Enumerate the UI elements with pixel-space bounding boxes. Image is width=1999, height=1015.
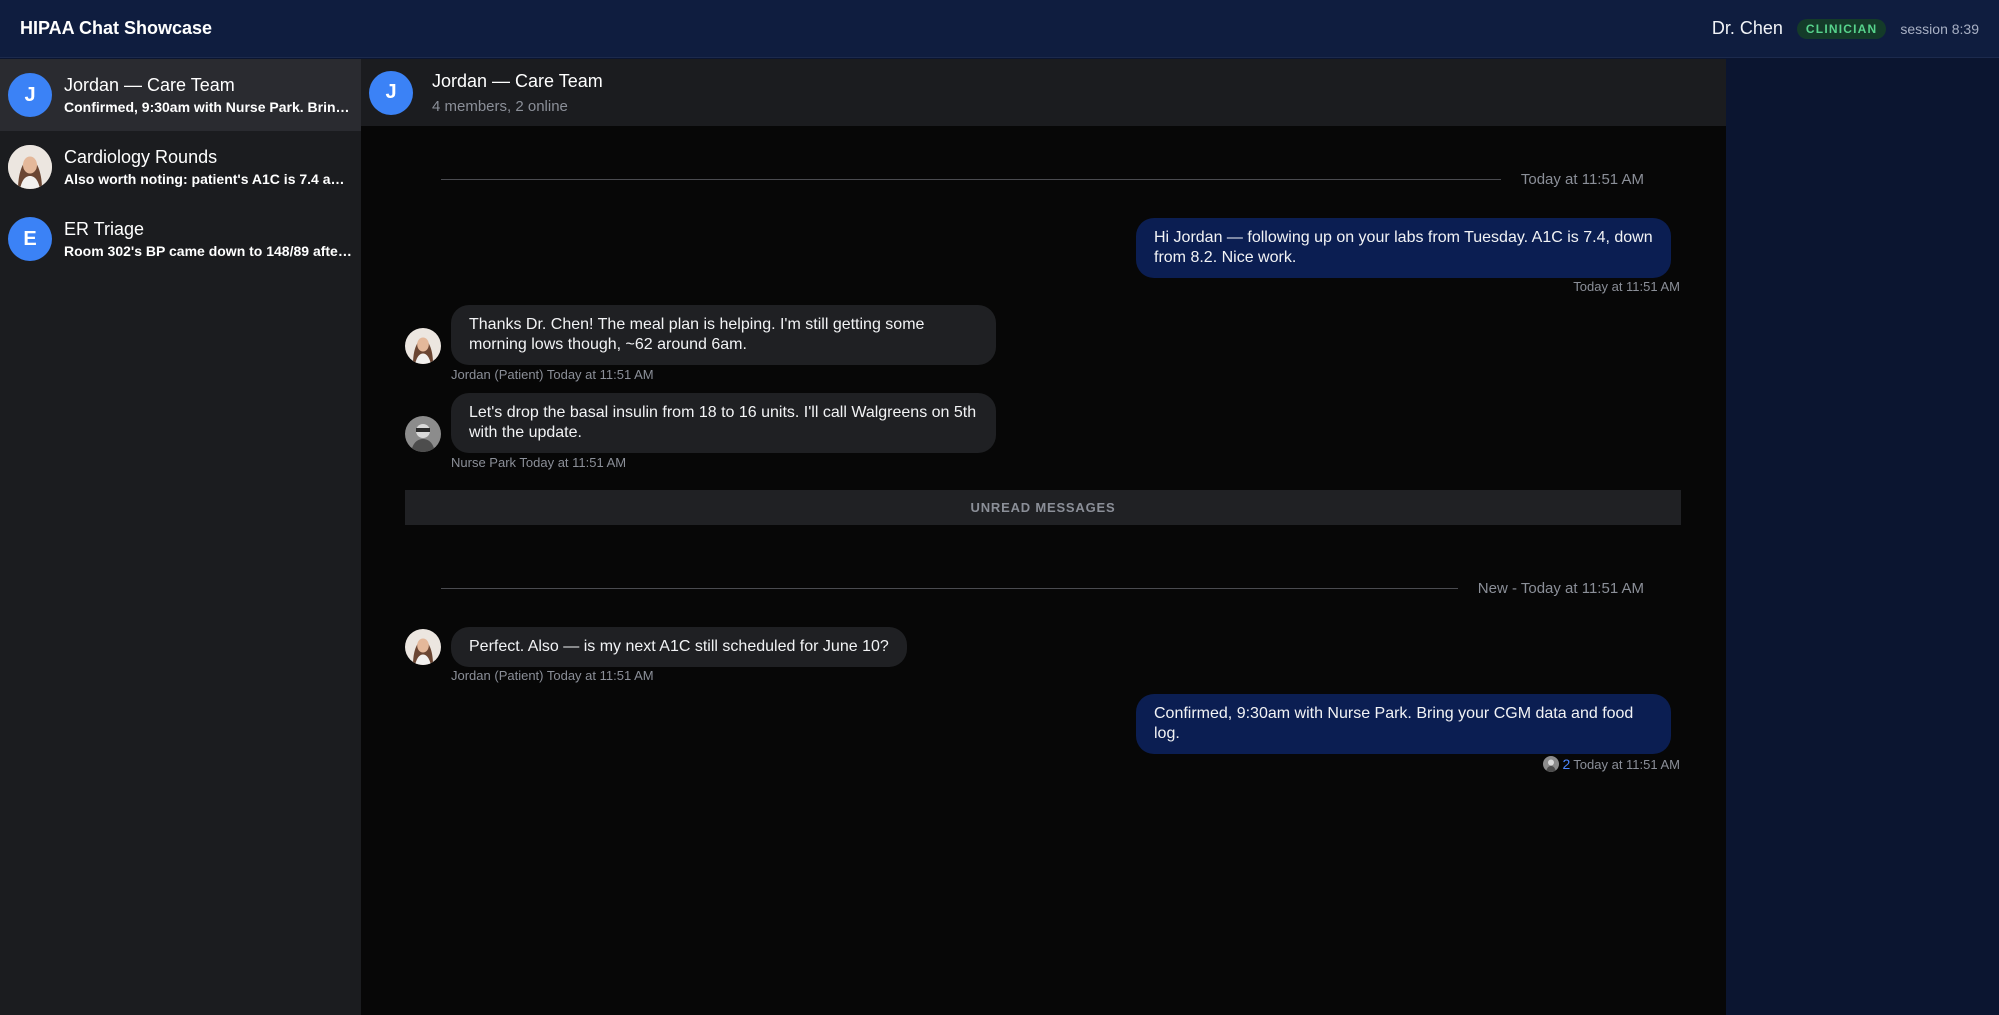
- conversation-preview: Room 302's BP came down to 148/89 after …: [64, 243, 353, 259]
- sender-avatar: [405, 328, 441, 364]
- chat-header: J Jordan — Care Team 4 members, 2 online: [361, 59, 1726, 126]
- read-count[interactable]: 2: [1562, 756, 1570, 772]
- message-bubble-outgoing[interactable]: Confirmed, 9:30am with Nurse Park. Bring…: [1136, 694, 1671, 754]
- conversation-name: Cardiology Rounds: [64, 147, 218, 167]
- user-name: Dr. Chen: [1711, 18, 1783, 38]
- conversation-item-er-triage[interactable]: E ER Triage Room 302's BP came down to 1…: [0, 203, 361, 275]
- message-meta: Jordan (Patient) Today at 11:51 AM: [451, 367, 654, 382]
- chat-panel: J Jordan — Care Team 4 members, 2 online…: [361, 59, 1726, 1015]
- conversation-item-jordan[interactable]: J Jordan — Care Team Confirmed, 9:30am w…: [0, 59, 361, 131]
- conversation-preview: Confirmed, 9:30am with Nurse Park. Bring…: [64, 99, 353, 115]
- message-bubble-incoming[interactable]: Let's drop the basal insulin from 18 to …: [451, 393, 996, 453]
- details-pane: [1726, 59, 1999, 1015]
- message-bubble-outgoing[interactable]: Hi Jordan — following up on your labs fr…: [1136, 218, 1671, 278]
- avatar: E: [8, 217, 52, 261]
- message-meta: Today at 11:51 AM: [1573, 756, 1680, 772]
- sender-avatar: [405, 416, 441, 452]
- message-meta: Jordan (Patient) Today at 11:51 AM: [451, 668, 654, 683]
- conversation-name: ER Triage: [64, 219, 145, 239]
- divider-line: [441, 588, 1458, 589]
- divider-line: [441, 179, 1501, 180]
- conversation-preview: Also worth noting: patient's A1C is 7.4 …: [64, 171, 353, 187]
- message-meta: Today at 11:51 AM: [1573, 279, 1680, 294]
- read-receipt: 2 Today at 11:51 AM: [1543, 756, 1680, 772]
- date-divider: Today at 11:51 AM: [441, 171, 1644, 188]
- app-title: HIPAA Chat Showcase: [20, 18, 213, 38]
- message-bubble-incoming[interactable]: Perfect. Also — is my next A1C still sch…: [451, 627, 907, 667]
- session-timer: session 8:39: [1900, 20, 1979, 37]
- conversation-name: Jordan — Care Team: [64, 75, 235, 95]
- message-bubble-incoming[interactable]: Thanks Dr. Chen! The meal plan is helpin…: [451, 305, 996, 365]
- unread-messages-bar: UNREAD MESSAGES: [405, 490, 1681, 525]
- chat-title: Jordan — Care Team: [432, 70, 603, 91]
- new-messages-divider: New - Today at 11:51 AM: [441, 580, 1644, 597]
- avatar: J: [369, 70, 413, 115]
- sender-avatar: [405, 629, 441, 665]
- conversation-item-cardiology[interactable]: Cardiology Rounds Also worth noting: pat…: [0, 131, 361, 203]
- divider-label: New - Today at 11:51 AM: [1477, 580, 1644, 597]
- chat-member-count: 4 members, 2 online: [432, 97, 568, 115]
- conversation-list: J Jordan — Care Team Confirmed, 9:30am w…: [0, 59, 361, 1015]
- message-meta: Nurse Park Today at 11:51 AM: [451, 455, 627, 470]
- divider-label: Today at 11:51 AM: [1520, 171, 1644, 188]
- avatar: J: [8, 73, 52, 117]
- reader-avatar: [1543, 756, 1560, 772]
- avatar: [8, 145, 52, 189]
- role-badge: CLINICIAN: [1796, 18, 1887, 39]
- user-info: Dr. Chen CLINICIAN session 8:39: [1712, 18, 1979, 39]
- top-bar: HIPAA Chat Showcase Dr. Chen CLINICIAN s…: [0, 0, 1999, 58]
